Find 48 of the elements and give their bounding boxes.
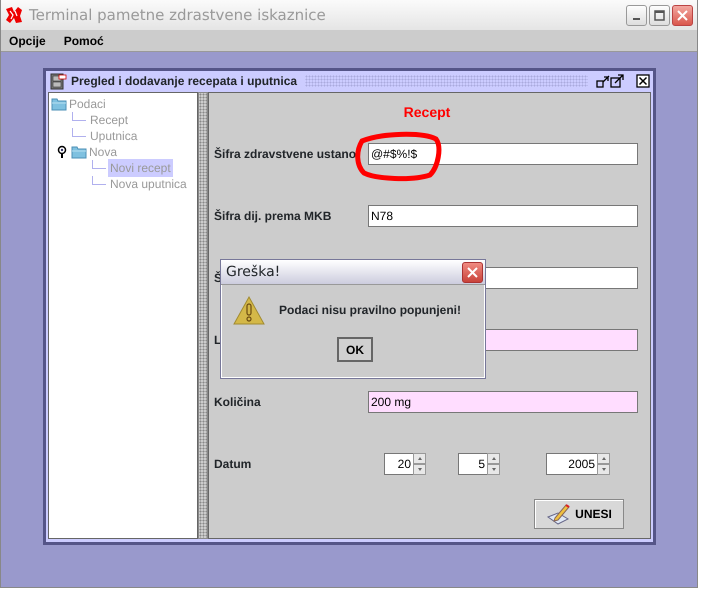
window-title: Terminal pametne zdrastvene iskaznice [29,4,327,26]
submit-button[interactable]: UNESI [534,499,624,529]
folder-icon [71,144,87,160]
maximize-icon [654,10,665,20]
spinner-up-button[interactable] [597,453,610,464]
internal-window-title: Pregled i dodavanje recepata i uputnica [71,73,298,90]
close-icon [677,10,688,20]
text-field[interactable]: @#$%!$ [368,143,638,165]
dialog-title: Greška! [226,262,282,282]
close-icon[interactable] [636,74,650,88]
spinner-down-button[interactable] [597,464,610,475]
ok-button[interactable]: OK [337,337,373,362]
menu-item[interactable]: Pomoć [62,32,106,50]
close-button[interactable] [462,262,483,282]
form-heading: Recept [402,103,452,122]
cabinet-icon [49,72,67,90]
tree-line-icon [92,176,106,185]
expand-handle-icon[interactable] [57,145,69,159]
spinner-down-button[interactable] [413,464,426,475]
spinner-down-button[interactable] [487,464,500,475]
maximize-icon[interactable] [610,74,624,88]
number-field[interactable]: 20 [384,453,413,475]
minimize-button[interactable] [626,4,647,26]
menu-item[interactable]: Opcije [7,32,48,50]
pencil-paper-icon [546,503,572,525]
tree-line-icon [72,128,86,137]
text-field[interactable]: 200 mg [368,391,638,413]
field-label: Šifra dij. prema MKB [214,208,332,225]
text-field[interactable]: N78 [368,205,638,227]
spinner-up-button[interactable] [413,453,426,464]
folder-icon [51,96,67,112]
field-label: Količina [214,394,262,411]
spinner-up-button[interactable] [487,453,500,464]
splitter-handle[interactable] [198,92,208,539]
close-icon [467,266,478,278]
number-field[interactable]: 2005 [546,453,597,475]
field-label: Šifra zdravstvene ustano [214,146,358,163]
warning-icon [233,295,265,325]
dialog-message: Podaci nisu pravilno popunjeni! [279,302,462,319]
number-field[interactable]: 5 [458,453,487,475]
tree-line-icon [92,160,106,169]
app-logo-icon [5,6,23,24]
field-label: Datum [214,456,252,473]
restore-icon[interactable] [596,74,610,88]
minimize-icon [633,18,640,20]
tree-line-icon [72,112,86,121]
close-button[interactable] [672,4,693,26]
maximize-button[interactable] [649,4,670,26]
